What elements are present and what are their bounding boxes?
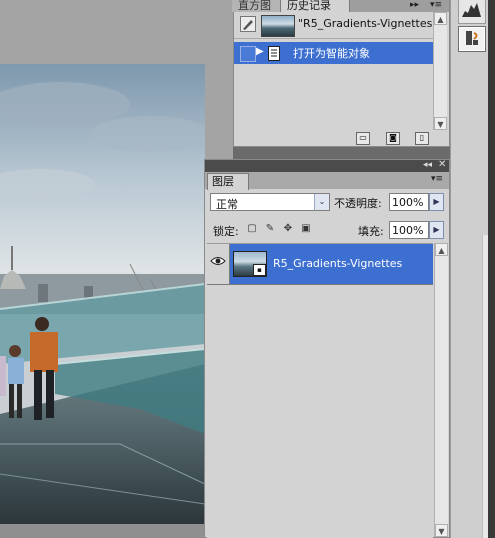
history-footer: ▭ ◙ ▯ xyxy=(234,130,449,146)
snapshot-name: "R5_Gradients-Vignettes... xyxy=(298,17,434,30)
scroll-up-icon[interactable]: ▲ xyxy=(435,243,448,256)
opacity-field[interactable]: 100% xyxy=(389,193,429,211)
lock-label: 锁定: xyxy=(213,225,239,238)
layers-panel: ◂◂ ✕ 图层 ▾≡ 正常 ⌄ 不透明度: 100% ▶ 锁定: ▢ ✎ ✥ ▣… xyxy=(204,159,450,538)
blend-mode-value: 正常 xyxy=(216,198,238,211)
histogram-icon[interactable] xyxy=(458,0,486,24)
history-state-label: 打开为智能对象 xyxy=(293,47,370,60)
workspace-edge xyxy=(488,0,495,538)
scroll-down-icon[interactable]: ▼ xyxy=(434,117,447,130)
current-state-arrow-icon: ▶ xyxy=(256,46,264,57)
trash-icon[interactable]: ▯ xyxy=(415,132,429,145)
history-icon[interactable] xyxy=(458,26,486,52)
document-icon xyxy=(268,46,280,61)
layers-tab-strip: 图层 ▾≡ xyxy=(205,172,449,190)
fill-field[interactable]: 100% xyxy=(389,221,429,239)
history-panel: 直方图 历史记录 ▸▸ ▾≡ "R5_Gradients-Vignettes..… xyxy=(232,0,450,147)
scroll-down-icon[interactable]: ▼ xyxy=(435,524,448,537)
history-tab-strip: 直方图 历史记录 ▸▸ ▾≡ xyxy=(232,0,449,12)
layer-name[interactable]: R5_Gradients-Vignettes xyxy=(273,257,402,270)
collapse-panels-icon[interactable]: ▸▸ xyxy=(410,0,419,12)
lock-all-icon[interactable]: ▣ xyxy=(301,223,311,234)
smart-object-icon: ▪ xyxy=(253,264,266,276)
chevron-down-icon[interactable]: ⌄ xyxy=(314,194,329,210)
lock-position-icon[interactable]: ✥ xyxy=(283,223,293,234)
layers-titlebar[interactable]: ◂◂ ✕ xyxy=(205,159,449,172)
history-state-row[interactable]: ▶ 打开为智能对象 xyxy=(234,42,434,64)
lock-transparency-icon[interactable]: ▢ xyxy=(247,223,257,234)
layer-visibility-toggle[interactable] xyxy=(207,244,230,284)
layer-row[interactable]: ▪ R5_Gradients-Vignettes xyxy=(207,244,433,285)
history-snapshot-row[interactable]: "R5_Gradients-Vignettes... xyxy=(234,12,434,39)
tab-history[interactable]: 历史记录 xyxy=(280,0,350,12)
brush-icon[interactable] xyxy=(240,16,256,32)
lock-image-icon[interactable]: ✎ xyxy=(265,223,275,234)
fill-slider-arrow-icon[interactable]: ▶ xyxy=(429,221,444,239)
history-source-checkbox[interactable] xyxy=(240,46,256,62)
blend-mode-select[interactable]: 正常 ⌄ xyxy=(210,193,330,211)
camera-snapshot-icon[interactable]: ◙ xyxy=(386,132,400,145)
new-document-from-state-icon[interactable]: ▭ xyxy=(356,132,370,145)
snapshot-thumbnail xyxy=(261,15,295,37)
tab-layers[interactable]: 图层 xyxy=(207,173,249,190)
close-icon[interactable]: ✕ xyxy=(438,159,446,170)
history-scrollbar[interactable]: ▲ ▼ xyxy=(433,12,447,130)
collapse-icon[interactable]: ◂◂ xyxy=(423,160,432,170)
photo-artwork xyxy=(0,64,205,524)
layers-scrollbar[interactable]: ▲ ▼ xyxy=(434,243,448,537)
panel-menu-icon[interactable]: ▾≡ xyxy=(431,174,443,184)
document-image[interactable] xyxy=(0,64,205,524)
scroll-up-icon[interactable]: ▲ xyxy=(434,12,447,25)
opacity-label: 不透明度: xyxy=(334,197,382,210)
panel-menu-icon[interactable]: ▾≡ xyxy=(430,0,448,10)
eye-icon xyxy=(210,257,226,265)
opacity-slider-arrow-icon[interactable]: ▶ xyxy=(429,193,444,211)
fill-label: 填充: xyxy=(358,225,384,238)
canvas-pasteboard xyxy=(0,524,205,538)
layer-list: ▪ R5_Gradients-Vignettes xyxy=(207,243,433,538)
